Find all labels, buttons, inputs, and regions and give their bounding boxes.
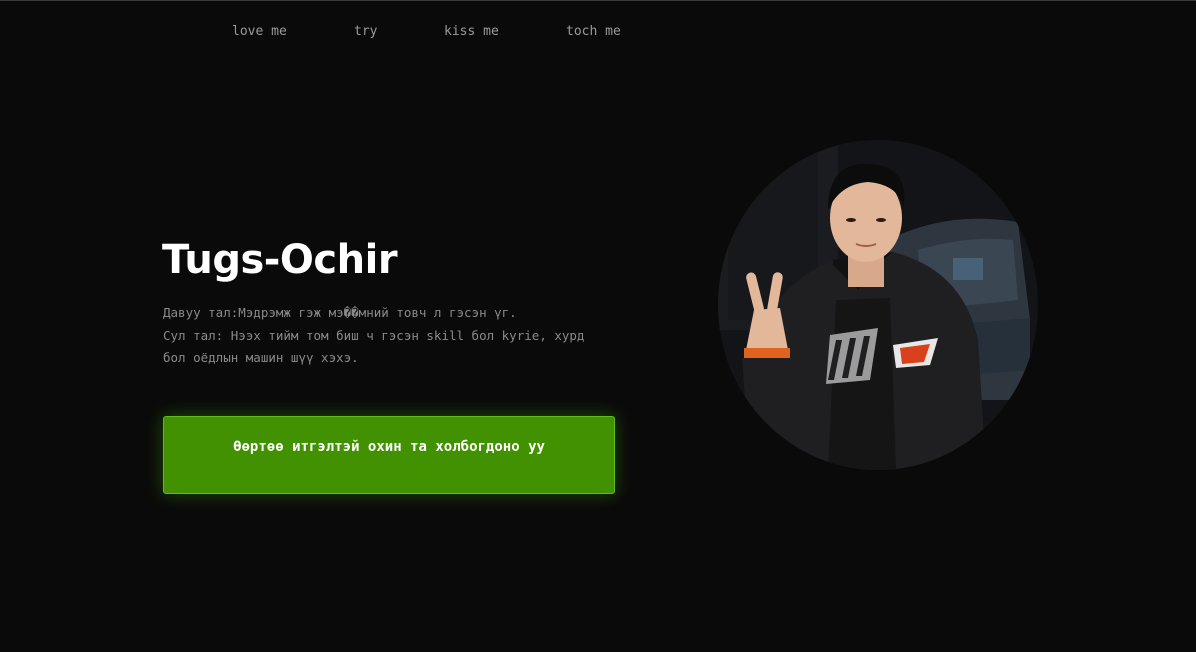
bio-line: Сул тал: Нээх тийм том биш ч гэсэн skill… (163, 327, 585, 343)
bio-line: бол оёдлын машин шүү хэхэ. (163, 350, 359, 365)
top-nav: love me try kiss me toch me (0, 22, 1196, 42)
profile-photo (718, 140, 1038, 470)
bio-line: Давуу тал:Мэдрэмж гэж мэ��мний товч л гэ… (163, 305, 517, 320)
nav-link-love-me[interactable]: love me (232, 22, 287, 42)
top-divider (0, 0, 1196, 1)
nav-link-toch-me[interactable]: toch me (566, 22, 621, 42)
page-title: Tugs-Ochir (162, 237, 398, 283)
contact-button[interactable]: Өөртөө итгэлтэй охин та холбогдоно уу (163, 416, 615, 494)
bio-text: Давуу тал:Мэдрэмж гэж мэ��мний товч л гэ… (163, 302, 633, 370)
nav-link-kiss-me[interactable]: kiss me (444, 22, 499, 42)
nav-link-try[interactable]: try (354, 22, 377, 42)
